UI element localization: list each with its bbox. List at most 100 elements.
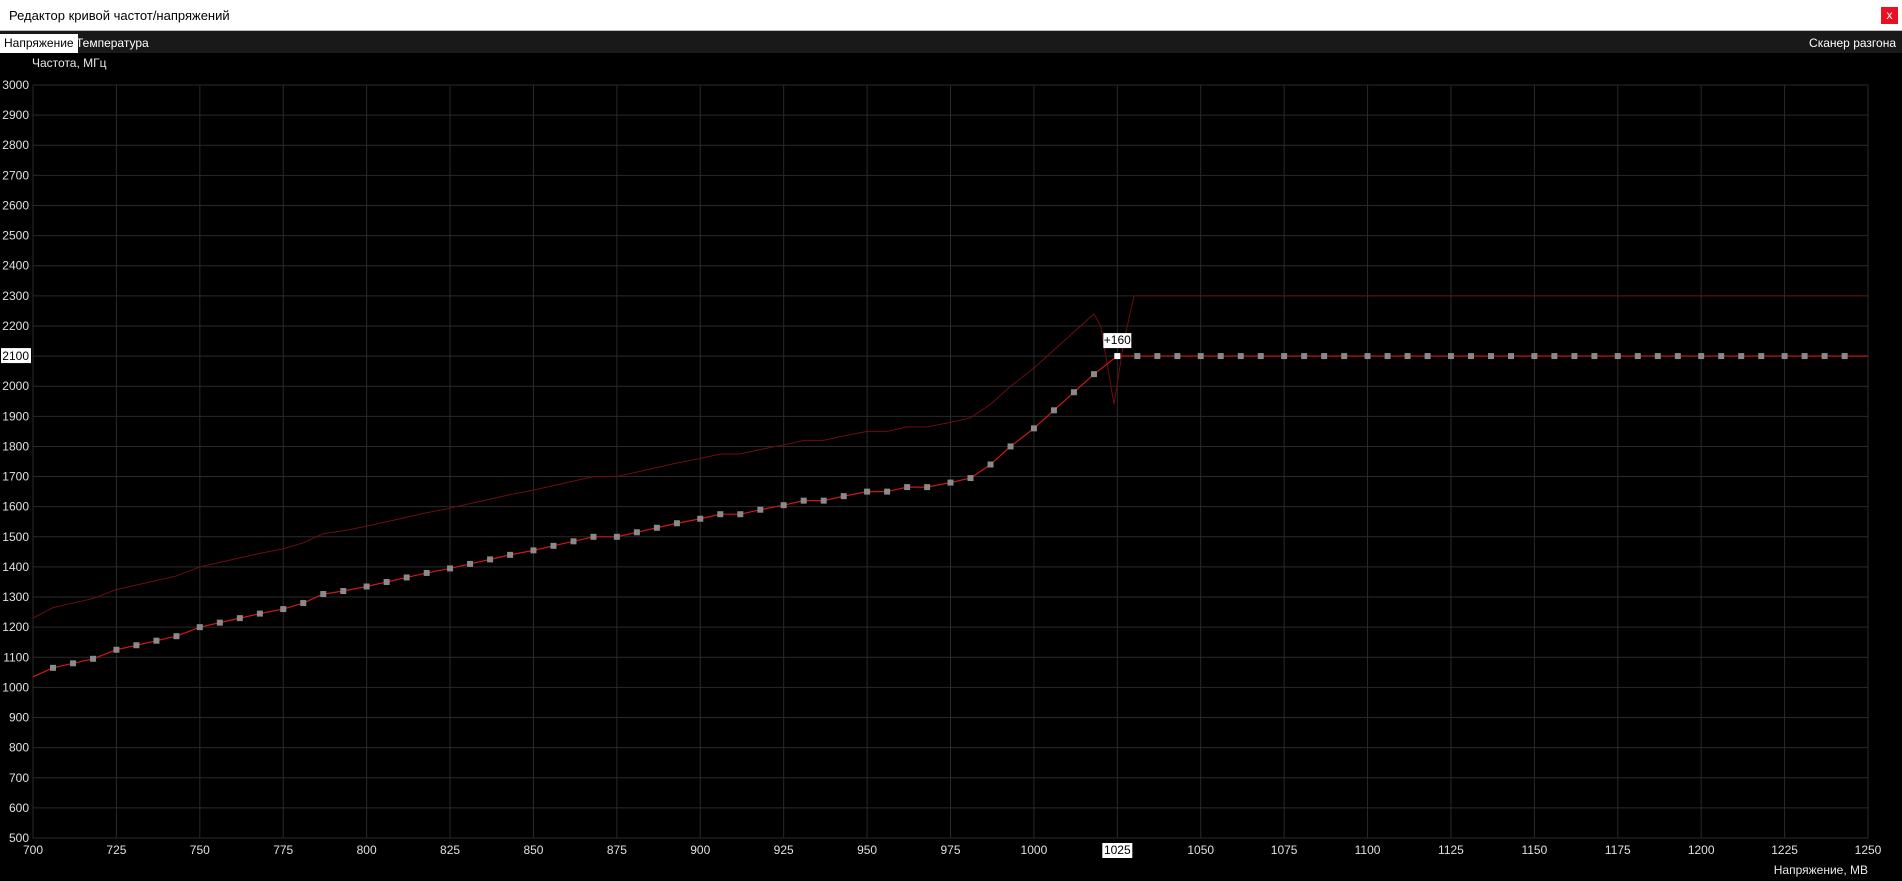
curve-point[interactable] <box>737 511 744 518</box>
curve-point[interactable] <box>1654 353 1661 360</box>
curve-point[interactable] <box>820 497 827 504</box>
curve-point[interactable] <box>1571 353 1578 360</box>
x-tick-label: 825 <box>440 843 460 857</box>
curve-point[interactable] <box>1551 353 1558 360</box>
x-axis-label: Напряжение, МВ <box>1774 863 1868 877</box>
curve-point[interactable] <box>1591 353 1598 360</box>
curve-point[interactable] <box>1674 353 1681 360</box>
curve-point[interactable] <box>403 574 410 581</box>
curve-point[interactable] <box>320 591 327 598</box>
curve-point[interactable] <box>383 578 390 585</box>
curve-point[interactable] <box>1801 353 1808 360</box>
oc-scanner-button[interactable]: Сканер разгона <box>1809 34 1896 53</box>
curve-point[interactable] <box>1781 353 1788 360</box>
curve-point[interactable] <box>70 660 77 667</box>
curve-point[interactable] <box>1257 353 1264 360</box>
curve-point[interactable] <box>1821 353 1828 360</box>
curve-points[interactable] <box>50 353 1848 671</box>
curve-point[interactable] <box>530 547 537 554</box>
curve-point[interactable] <box>924 484 931 491</box>
curve-point[interactable] <box>1301 353 1308 360</box>
vf-curve-chart[interactable]: Частота, МГц Напряжение, МВ 500600700800… <box>0 53 1902 881</box>
curve-point[interactable] <box>1090 371 1097 378</box>
curve-point[interactable] <box>1404 353 1411 360</box>
curve-point[interactable] <box>236 615 243 622</box>
curve-point[interactable] <box>1841 353 1848 360</box>
curve-point[interactable] <box>1698 353 1705 360</box>
curve-point[interactable] <box>1738 353 1745 360</box>
x-tick-label: 975 <box>940 843 960 857</box>
curve-point[interactable] <box>864 488 871 495</box>
curve-point[interactable] <box>196 624 203 631</box>
curve-point[interactable] <box>1634 353 1641 360</box>
curve-point[interactable] <box>800 497 807 504</box>
curve-point[interactable] <box>50 664 57 671</box>
curve-point[interactable] <box>216 619 223 626</box>
title-bar: Редактор кривой частот/напряжений x <box>0 0 1902 31</box>
curve-point[interactable] <box>1174 353 1181 360</box>
x-tick-label: 875 <box>607 843 627 857</box>
curve-point[interactable] <box>423 569 430 576</box>
curve-point[interactable] <box>590 533 597 540</box>
curve-point[interactable] <box>113 646 120 653</box>
curve-point[interactable] <box>780 502 787 509</box>
curve-point[interactable] <box>1487 353 1494 360</box>
curve-point[interactable] <box>1154 353 1161 360</box>
curve-point[interactable] <box>280 606 287 613</box>
curve-point[interactable] <box>1424 353 1431 360</box>
curve-point[interactable] <box>467 560 474 567</box>
curve-point[interactable] <box>507 551 514 558</box>
curve-point[interactable] <box>1281 353 1288 360</box>
curve-point[interactable] <box>1030 425 1037 432</box>
curve-point[interactable] <box>153 637 160 644</box>
curve-point[interactable] <box>1384 353 1391 360</box>
curve-point[interactable] <box>1364 353 1371 360</box>
curve-point[interactable] <box>173 633 180 640</box>
curve-point[interactable] <box>1531 353 1538 360</box>
curve-point[interactable] <box>613 533 620 540</box>
curve-point[interactable] <box>757 506 764 513</box>
curve-point[interactable] <box>697 515 704 522</box>
curve-point[interactable] <box>300 600 307 607</box>
x-tick-label: 1125 <box>1438 843 1464 857</box>
curve-point[interactable] <box>1614 353 1621 360</box>
curve-point[interactable] <box>133 642 140 649</box>
curve-point[interactable] <box>884 488 891 495</box>
curve-point[interactable] <box>967 475 974 482</box>
curve-point[interactable] <box>90 655 97 662</box>
curve-point[interactable] <box>1718 353 1725 360</box>
curve-point[interactable] <box>673 520 680 527</box>
curve-point[interactable] <box>340 588 347 595</box>
curve-point[interactable] <box>487 556 494 563</box>
curve-point[interactable] <box>1197 353 1204 360</box>
curve-point[interactable] <box>1114 353 1121 360</box>
curve-point[interactable] <box>633 529 640 536</box>
curve-point[interactable] <box>550 542 557 549</box>
curve-point[interactable] <box>1237 353 1244 360</box>
curve-point[interactable] <box>1447 353 1454 360</box>
curve-point[interactable] <box>987 461 994 468</box>
curve-point[interactable] <box>947 479 954 486</box>
curve-point[interactable] <box>840 493 847 500</box>
curve-point[interactable] <box>1007 443 1014 450</box>
curve-point[interactable] <box>363 583 370 590</box>
curve-point[interactable] <box>1321 353 1328 360</box>
curve-point[interactable] <box>1070 389 1077 396</box>
curve-point[interactable] <box>1217 353 1224 360</box>
curve-point[interactable] <box>256 610 263 617</box>
curve-point[interactable] <box>717 511 724 518</box>
y-highlight-label: 2100 <box>2 349 29 363</box>
curve-point[interactable] <box>1134 353 1141 360</box>
tab-voltage[interactable]: Напряжение <box>0 34 78 53</box>
curve-point[interactable] <box>904 484 911 491</box>
curve-point[interactable] <box>1508 353 1515 360</box>
tab-temperature[interactable]: Температура <box>72 34 153 53</box>
curve-point[interactable] <box>653 524 660 531</box>
curve-point[interactable] <box>1467 353 1474 360</box>
curve-point[interactable] <box>447 565 454 572</box>
curve-point[interactable] <box>1050 407 1057 414</box>
close-button[interactable]: x <box>1881 7 1898 24</box>
curve-point[interactable] <box>570 538 577 545</box>
curve-point[interactable] <box>1341 353 1348 360</box>
curve-point[interactable] <box>1758 353 1765 360</box>
